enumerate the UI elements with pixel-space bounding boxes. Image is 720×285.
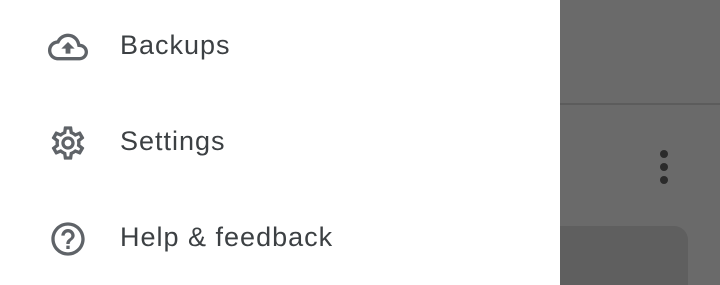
more-vert-icon (655, 148, 675, 188)
screen: Backups Settings Help & feedback (0, 0, 720, 285)
help-circle-icon (48, 219, 88, 259)
drawer-item-backups[interactable]: Backups (0, 0, 560, 96)
cloud-upload-icon (48, 27, 88, 67)
drawer-item-settings[interactable]: Settings (0, 96, 560, 192)
drawer-item-help-feedback[interactable]: Help & feedback (0, 192, 560, 285)
gear-icon (48, 123, 88, 163)
app-bar-divider (560, 103, 720, 105)
drawer-item-label: Settings (120, 126, 226, 156)
dimmed-background[interactable] (560, 0, 720, 285)
drawer-item-label: Help & feedback (120, 222, 334, 252)
navigation-drawer: Backups Settings Help & feedback (0, 0, 560, 285)
drawer-item-label: Backups (120, 30, 231, 60)
background-card (560, 226, 688, 285)
